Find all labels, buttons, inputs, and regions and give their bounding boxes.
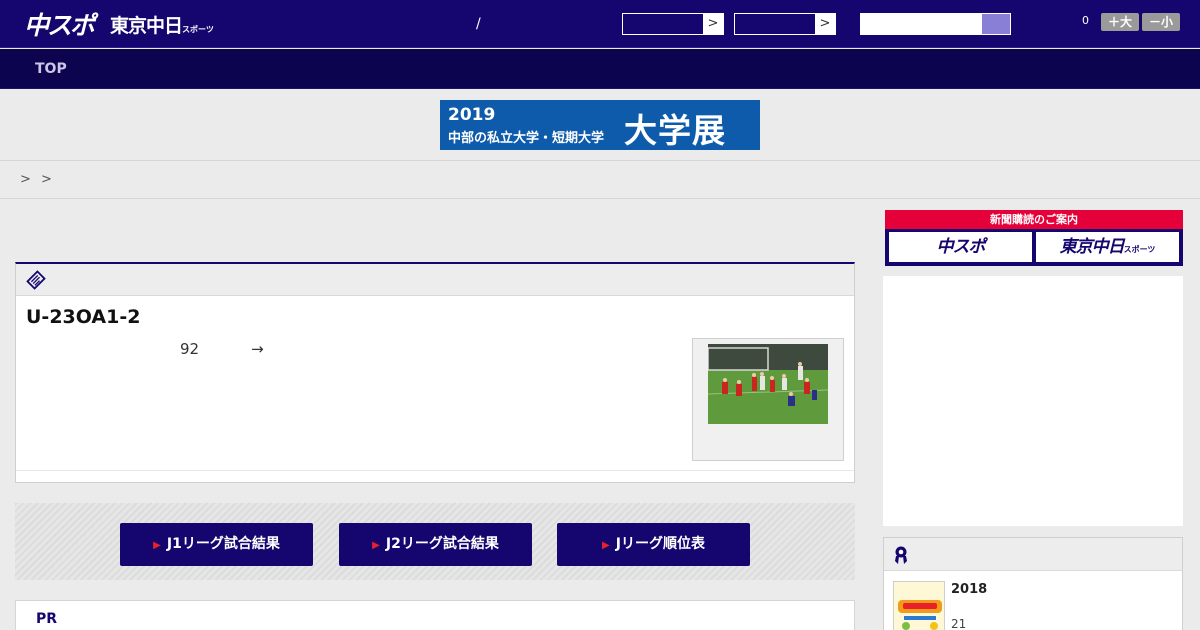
subscribe-chuspo-button[interactable]: 中スポ — [889, 232, 1032, 262]
article-thumbnail[interactable] — [692, 338, 844, 461]
font-larger-button[interactable]: ＋大 — [1101, 13, 1139, 31]
subscription-box: 新聞購読のご案内 中スポ 東京中日スポーツ — [885, 210, 1183, 266]
chuspo-logo[interactable]: 中スポ — [24, 6, 95, 42]
ranking-card: 2018 21 — [883, 537, 1183, 630]
header-separator: / — [476, 16, 481, 32]
play-triangle-icon: ▶ — [153, 540, 161, 551]
divider-bottom — [0, 198, 1200, 199]
select-arrow-2[interactable]: > — [815, 14, 835, 34]
sports-magazine-thumbnail — [894, 582, 944, 630]
play-triangle-icon: ▶ — [372, 540, 380, 551]
subscribe-btn2-small: スポーツ — [1123, 245, 1156, 254]
search-button[interactable] — [982, 14, 1010, 34]
divider-top — [0, 160, 1200, 161]
global-nav: TOP — [0, 49, 1200, 89]
newspaper-icon — [26, 270, 46, 290]
article-arrow: → — [251, 340, 264, 358]
logo-sub-text: 東京中日 — [110, 15, 183, 37]
article-title[interactable]: U-23OA1-2 — [26, 306, 140, 328]
banner-big-text: 大学展 — [624, 111, 726, 150]
article-minutes: 92 — [180, 340, 200, 358]
ranking-title[interactable]: 2018 — [951, 582, 987, 597]
top-header: 中スポ 東京中日スポーツ / > > 0 ＋大 －小 — [0, 0, 1200, 48]
jleague-button-strip: ▶ J1リーグ試合結果 ▶ J2リーグ試合結果 ▶ Jリーグ順位表 — [15, 503, 855, 580]
j2-results-label: J2リーグ試合結果 — [385, 536, 499, 552]
pr-label: PR — [36, 611, 58, 627]
search-input[interactable] — [860, 13, 1011, 35]
subscribe-btn2-text: 東京中日 — [1059, 237, 1125, 257]
pr-section: PR — [15, 600, 855, 630]
match-photo[interactable] — [708, 344, 828, 424]
nav-item-top[interactable]: TOP — [35, 61, 67, 77]
subscribe-tokyo-chunichi-button[interactable]: 東京中日スポーツ — [1036, 232, 1179, 262]
j1-results-button[interactable]: ▶ J1リーグ試合結果 — [120, 523, 313, 566]
breadcrumb: > > — [20, 172, 52, 187]
logo-sub-small: スポーツ — [182, 25, 214, 34]
j1-results-label: J1リーグ試合結果 — [166, 536, 280, 552]
article-card-header — [16, 264, 854, 296]
font-size-value: 0 — [1082, 14, 1089, 27]
j2-results-button[interactable]: ▶ J2リーグ試合結果 — [339, 523, 532, 566]
font-smaller-button[interactable]: －小 — [1142, 13, 1180, 31]
ribbon-icon — [895, 546, 907, 564]
play-triangle-icon: ▶ — [602, 540, 610, 551]
tokyo-chunichi-logo[interactable]: 東京中日スポーツ — [110, 11, 214, 38]
jleague-standings-label: Jリーグ順位表 — [615, 536, 705, 552]
select-arrow-1[interactable]: > — [703, 14, 723, 34]
article-meta: 92 → — [180, 340, 264, 358]
match-photo-image — [708, 344, 828, 424]
article-card: U-23OA1-2 92 → — [15, 262, 855, 483]
jleague-standings-button[interactable]: ▶ Jリーグ順位表 — [557, 523, 750, 566]
category-select-1[interactable]: > — [622, 13, 724, 35]
ranking-thumbnail[interactable] — [893, 581, 945, 630]
banner-year: 2019 — [448, 105, 496, 125]
subscription-header: 新聞購読のご案内 — [885, 210, 1183, 229]
category-select-2[interactable]: > — [734, 13, 836, 35]
ranking-header — [884, 538, 1182, 571]
sidebar-ad[interactable] — [883, 276, 1183, 526]
university-fair-banner[interactable]: 2019 中部の私立大学・短期大学 大学展 — [440, 100, 760, 150]
article-card-divider — [16, 470, 854, 471]
banner-desc: 中部の私立大学・短期大学 — [448, 131, 605, 146]
ranking-sub: 21 — [951, 617, 967, 630]
